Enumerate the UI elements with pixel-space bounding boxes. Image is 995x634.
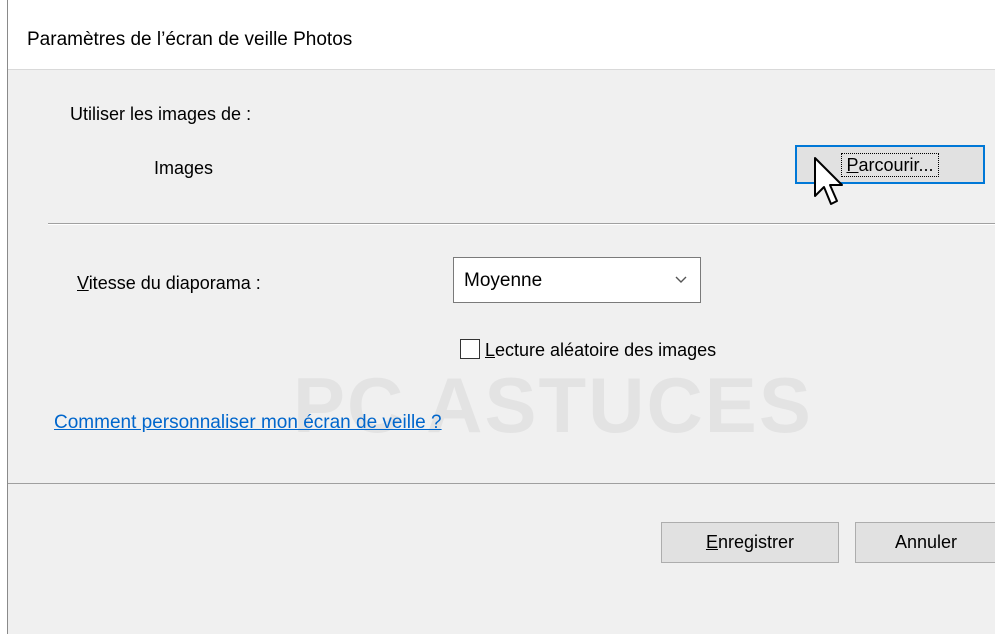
browse-button-mnemonic: P: [846, 154, 859, 175]
dialog-footer: Enregistrer Annuler: [8, 483, 995, 634]
speed-value: Moyenne: [464, 270, 543, 291]
dialog-title: Paramètres de l’écran de veille Photos: [27, 29, 353, 50]
shuffle-label[interactable]: Lecture aléatoire des images: [485, 340, 716, 361]
speed-dropdown[interactable]: Moyenne: [453, 257, 701, 303]
title-bar: Paramètres de l’écran de veille Photos: [8, 0, 995, 70]
help-link[interactable]: Comment personnaliser mon écran de veill…: [54, 412, 442, 434]
watermark-logo: PC ASTUCES: [293, 361, 813, 449]
speed-label: Vitesse du diaporama :: [77, 273, 261, 293]
browse-button-label: arcourir...: [858, 154, 934, 175]
mouse-pointer-icon: [814, 157, 843, 205]
dialog-window: Paramètres de l’écran de veille Photos P…: [7, 0, 995, 634]
source-folder: Images: [154, 158, 214, 178]
shuffle-checkbox[interactable]: [460, 339, 480, 359]
section-separator: [48, 223, 995, 225]
cancel-button[interactable]: Annuler: [855, 522, 995, 563]
save-button[interactable]: Enregistrer: [661, 522, 839, 563]
source-label: Utiliser les images de :: [70, 104, 252, 124]
chevron-down-icon: [675, 276, 687, 283]
